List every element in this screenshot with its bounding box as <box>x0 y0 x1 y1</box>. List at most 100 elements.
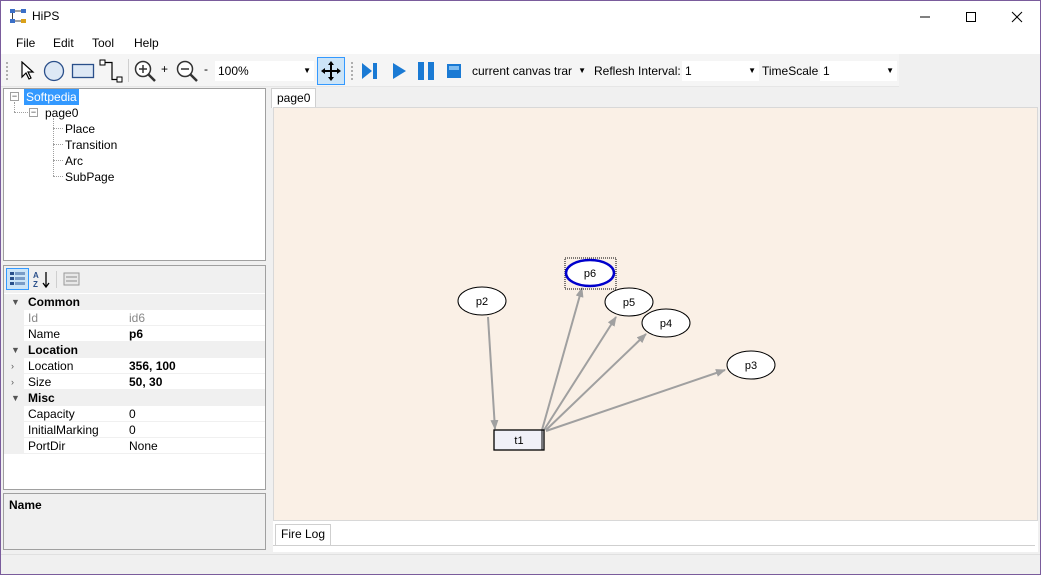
place-p4[interactable]: p4 <box>641 308 691 338</box>
tab-page0[interactable]: page0 <box>271 88 317 108</box>
panel-divider <box>273 545 1035 546</box>
tree-item-place[interactable]: Place <box>65 121 95 137</box>
chevron-down-icon: ▼ <box>11 345 20 355</box>
property-row-initial-marking[interactable]: InitialMarking 0 <box>4 422 265 438</box>
chevron-down-icon: ▼ <box>11 393 20 403</box>
chevron-down-icon: ▼ <box>303 66 311 75</box>
play-button[interactable] <box>387 58 411 83</box>
menu-tool[interactable]: Tool <box>92 36 114 50</box>
place-p6[interactable]: p6 <box>564 257 617 290</box>
tree-line <box>53 128 63 129</box>
property-row-name[interactable]: Name p6 <box>4 326 265 342</box>
timescale-select[interactable]: 1 ▼ <box>820 61 897 81</box>
property-row-size[interactable]: › Size 50, 30 <box>4 374 265 390</box>
svg-text:A: A <box>33 271 39 280</box>
net-diagram: p6 p2 p5 p4 p3 t1 <box>457 257 776 451</box>
menu-file[interactable]: File <box>16 36 35 50</box>
row-gutter <box>4 310 24 326</box>
place-p2-label: p2 <box>476 296 488 308</box>
row-gutter <box>4 374 24 390</box>
move-tool-button[interactable] <box>317 57 345 85</box>
tree-item-arc[interactable]: Arc <box>65 153 83 169</box>
menu-bar: File Edit Tool Help <box>1 32 1040 54</box>
cursor-arrow-icon <box>21 60 35 80</box>
refresh-interval-select[interactable]: 1 ▼ <box>682 61 759 81</box>
property-row-capacity[interactable]: Capacity 0 <box>4 406 265 422</box>
property-pages-button[interactable] <box>61 269 83 290</box>
categorized-view-button[interactable] <box>6 268 29 290</box>
pause-button[interactable] <box>414 58 438 83</box>
move-arrows-icon <box>321 61 341 81</box>
arc-p2-t1[interactable] <box>487 316 499 430</box>
place-tool-button[interactable] <box>41 58 67 83</box>
tree-collapse-icon[interactable]: − <box>10 92 19 101</box>
close-button[interactable] <box>994 1 1040 32</box>
category-location[interactable]: ▼ Location <box>4 342 265 358</box>
arc-connector-icon <box>99 59 123 82</box>
property-grid: AZ ▼ Common Id id6 Name p6 ▼ Location › … <box>3 265 266 490</box>
tree-line <box>53 160 63 161</box>
step-button[interactable] <box>358 58 382 83</box>
project-tree: − Softpedia − page0 Place Transition Arc… <box>3 88 266 261</box>
zoom-out-icon <box>176 60 198 82</box>
property-row-location[interactable]: › Location 356, 100 <box>4 358 265 374</box>
row-gutter <box>4 358 24 374</box>
petri-net-canvas[interactable]: p6 p2 p5 p4 p3 t1 <box>273 107 1038 521</box>
app-logo-icon <box>10 9 26 23</box>
place-p5[interactable]: p5 <box>604 287 654 317</box>
toolbar-separator <box>128 59 129 82</box>
property-description-title: Name <box>9 498 42 512</box>
minimize-button[interactable] <box>902 1 948 32</box>
menu-help[interactable]: Help <box>134 36 159 50</box>
property-grid-toolbar: AZ <box>4 266 265 293</box>
chevron-right-icon: › <box>11 361 14 371</box>
canvas-mode-value: current canvas trar <box>472 64 573 78</box>
arc-t1-p3[interactable] <box>545 369 726 432</box>
tab-fire-log[interactable]: Fire Log <box>275 524 332 546</box>
tree-item-transition[interactable]: Transition <box>65 137 117 153</box>
place-p3-label: p3 <box>745 360 757 372</box>
row-gutter <box>4 326 24 342</box>
tree-item-subpage[interactable]: SubPage <box>65 169 114 185</box>
zoom-level-select[interactable]: 100% ▼ <box>215 61 314 81</box>
alphabetical-sort-button[interactable]: AZ <box>31 269 53 290</box>
tree-page-node[interactable]: page0 <box>45 105 78 121</box>
chevron-right-icon: › <box>11 377 14 387</box>
status-bar <box>1 554 1040 574</box>
property-row-id[interactable]: Id id6 <box>4 310 265 326</box>
place-p6-label: p6 <box>584 268 596 280</box>
canvas-mode-select[interactable]: current canvas trar ▼ <box>469 61 589 81</box>
tree-line <box>14 112 28 113</box>
transition-tool-button[interactable] <box>69 58 97 83</box>
category-misc[interactable]: ▼ Misc <box>4 390 265 406</box>
place-p3[interactable]: p3 <box>726 350 776 380</box>
stop-button[interactable] <box>442 58 466 83</box>
category-common[interactable]: ▼ Common <box>4 294 265 310</box>
refresh-interval-value: 1 <box>685 64 692 78</box>
toolbar-separator <box>56 271 57 288</box>
step-forward-icon <box>362 62 377 79</box>
arc-t1-p6[interactable] <box>541 287 584 431</box>
title-bar: HiPS <box>1 1 1040 32</box>
tree-line <box>53 176 63 177</box>
place-p4-label: p4 <box>660 318 672 330</box>
tree-collapse-icon[interactable]: − <box>29 108 38 117</box>
tree-line <box>53 144 63 145</box>
place-p2[interactable]: p2 <box>457 286 507 316</box>
close-icon <box>1011 11 1023 22</box>
main-toolbar: + - 100% ▼ current canvas trar ▼ Reflesh… <box>1 54 899 87</box>
menu-edit[interactable]: Edit <box>53 36 74 50</box>
zoom-out-button[interactable] <box>174 58 200 83</box>
maximize-button[interactable] <box>948 1 994 32</box>
sort-az-icon: AZ <box>33 271 50 289</box>
property-row-portdir[interactable]: PortDir None <box>4 438 265 454</box>
zoom-in-button[interactable] <box>132 58 158 83</box>
arc-tool-button[interactable] <box>98 58 124 83</box>
place-p5-label: p5 <box>623 297 635 309</box>
select-tool-button[interactable] <box>15 58 39 83</box>
transition-t1[interactable]: t1 <box>493 429 545 451</box>
window-title: HiPS <box>32 9 60 23</box>
timescale-label: TimeScale <box>762 64 819 78</box>
log-panel: Fire Log <box>273 521 1038 552</box>
tree-root-node[interactable]: Softpedia <box>24 89 79 105</box>
